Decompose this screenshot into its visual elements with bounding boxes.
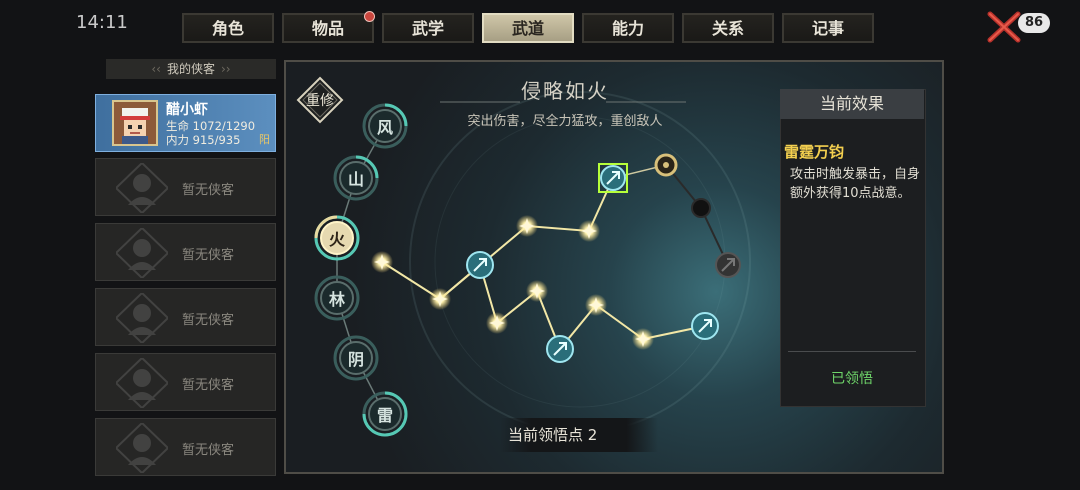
- reforge-label: 重修: [306, 93, 334, 109]
- skill-node-arrow-icon[interactable]: [466, 251, 494, 279]
- stance-shadow-label: 阴: [339, 341, 373, 375]
- star-node[interactable]: [632, 328, 654, 350]
- skill-node-arrow-icon[interactable]: [546, 335, 574, 363]
- page-title: 侵略如火: [521, 79, 609, 103]
- stance-thunder-label: 雷: [368, 397, 402, 431]
- skill-node-selected-arrow-icon[interactable]: [598, 163, 628, 193]
- star-node[interactable]: [578, 220, 600, 242]
- stance-mountain-label: 山: [339, 161, 373, 195]
- effect-header: 当前效果: [780, 89, 924, 119]
- stance-fire-label: 火: [320, 221, 354, 255]
- insight-points: 当前领悟点 2: [500, 418, 658, 452]
- reforge-button[interactable]: 重修: [296, 76, 344, 124]
- star-node[interactable]: [516, 215, 538, 237]
- page-subtitle: 突出伤害，尽全力猛攻，重创敌人: [467, 114, 663, 129]
- stance-thunder[interactable]: 雷: [362, 391, 408, 437]
- effect-panel: [780, 89, 926, 407]
- effect-name: 雷霆万钧: [784, 143, 845, 161]
- stance-shadow[interactable]: 阴: [333, 335, 379, 381]
- stance-forest[interactable]: 林: [314, 275, 360, 321]
- stance-wind-label: 风: [368, 109, 402, 143]
- divider: [788, 351, 916, 352]
- locked-node-icon[interactable]: [691, 198, 711, 218]
- stance-forest-label: 林: [320, 281, 354, 315]
- star-node[interactable]: [486, 312, 508, 334]
- ring-node-icon[interactable]: [654, 153, 678, 177]
- star-node[interactable]: [429, 288, 451, 310]
- skill-node-locked-arrow-icon[interactable]: [715, 252, 741, 278]
- skill-node-arrow-icon[interactable]: [691, 312, 719, 340]
- effect-status: 已领悟: [831, 371, 873, 387]
- stance-mountain[interactable]: 山: [333, 155, 379, 201]
- star-node[interactable]: [585, 294, 607, 316]
- star-node[interactable]: [526, 280, 548, 302]
- effect-description: 攻击时触发暴击，自身额外获得10点战意。: [790, 167, 921, 201]
- star-node[interactable]: [371, 251, 393, 273]
- stance-wind[interactable]: 风: [362, 103, 408, 149]
- stance-fire[interactable]: 火: [314, 215, 360, 261]
